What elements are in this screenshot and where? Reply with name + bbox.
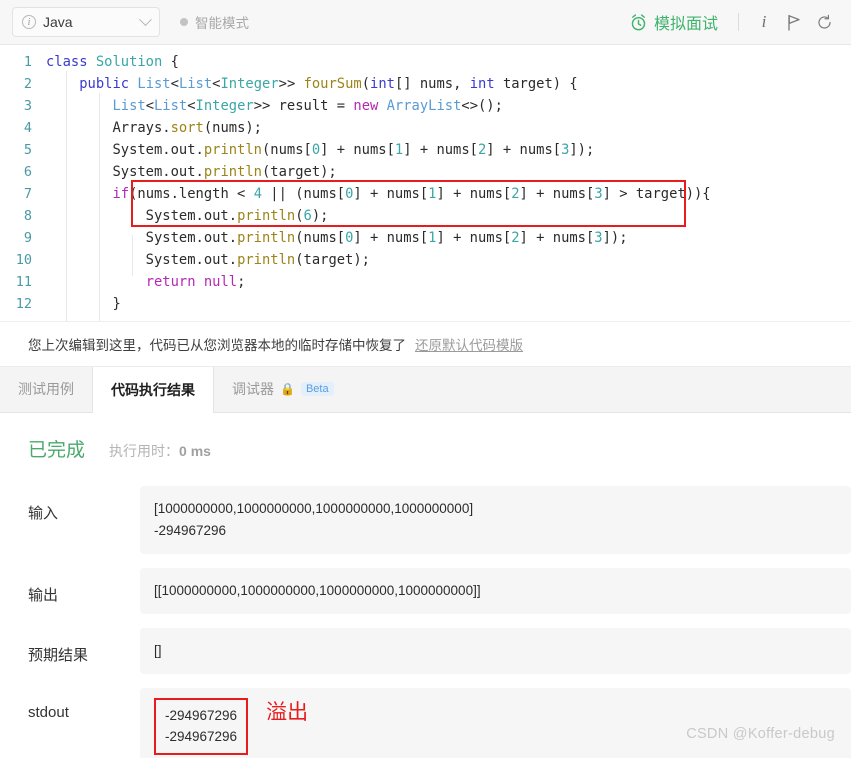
tab-label: 代码执行结果	[111, 381, 195, 398]
mock-interview-label: 模拟面试	[653, 16, 718, 33]
runtime-label: 执行用时：	[109, 443, 180, 459]
result-row-value: -294967296 -294967296 溢出	[140, 688, 851, 758]
code-line[interactable]: 9 System.out.println(nums[0] + nums[1] +…	[0, 227, 851, 249]
result-row: stdout -294967296 -294967296 溢出	[0, 688, 851, 758]
restore-default-template-link[interactable]: 还原默认代码模版	[415, 334, 523, 354]
tab-1[interactable]: 代码执行结果	[92, 367, 214, 413]
reset-undo-icon[interactable]	[809, 7, 839, 37]
result-row-key: 预期结果	[28, 647, 89, 664]
info-circle-icon: i	[22, 15, 36, 29]
code-line[interactable]: 7 if(nums.length < 4 || (nums[0] + nums[…	[0, 183, 851, 205]
tab-2[interactable]: 调试器 🔒 Beta	[214, 366, 352, 412]
status-row: 已完成 执行用时：0 ms	[0, 435, 851, 462]
info-icon[interactable]: i	[749, 7, 779, 37]
code-line[interactable]: 8 System.out.println(6);	[0, 205, 851, 227]
overflow-annotation: 溢出	[266, 701, 309, 724]
restore-notice-text: 您上次编辑到这里，代码已从您浏览器本地的临时存储中恢复了	[28, 338, 406, 353]
beta-badge: Beta	[300, 382, 334, 396]
result-rows: 输入 [1000000000,1000000000,1000000000,1000…	[0, 486, 851, 758]
code-line[interactable]: 12 }	[0, 293, 851, 315]
line-number: 10	[15, 252, 32, 268]
code-line-text: System.out.println(target);	[46, 252, 370, 268]
code-line-text: }	[46, 296, 121, 312]
code-line-text: public List<List<Integer>> fourSum(int[]…	[79, 76, 578, 92]
mock-interview-button[interactable]: 模拟面试	[629, 10, 728, 34]
line-number: 1	[23, 54, 32, 70]
line-number: 9	[23, 230, 32, 246]
code-line-text: System.out.println(nums[0] + nums[1] + n…	[46, 230, 628, 246]
line-number: 12	[15, 296, 32, 312]
code-line-text: return null;	[145, 274, 246, 290]
code-line[interactable]: 6 System.out.println(target);	[0, 161, 851, 183]
code-editor[interactable]: 1 class Solution { 2 public List<List<Inte…	[0, 45, 851, 322]
indent-guide	[99, 93, 100, 321]
value-line: []	[154, 643, 162, 658]
result-row-value: [[1000000000,1000000000,1000000000,10000…	[140, 568, 851, 614]
line-number: 6	[23, 164, 32, 180]
runtime-info: 执行用时：0 ms	[109, 441, 211, 461]
code-line-text: List<List<Integer>> result = new ArrayLi…	[112, 98, 503, 114]
line-number: 5	[23, 142, 32, 158]
language-selector[interactable]: i Java	[12, 7, 160, 37]
stdout-highlight-box: -294967296 -294967296	[154, 698, 249, 755]
stdout-line: -294967296	[165, 708, 238, 723]
tab-label: 调试器	[232, 381, 274, 397]
status-badge: 已完成	[28, 440, 86, 461]
tab-0[interactable]: 测试用例	[0, 366, 92, 412]
leetcode-editor-page: i Java 智能模式 模拟面试 i 1 class Solution {2 …	[0, 0, 851, 758]
language-label: Java	[43, 14, 73, 30]
code-line[interactable]: 1 class Solution {	[0, 51, 851, 73]
code-line[interactable]: 4 Arrays.sort(nums);	[0, 117, 851, 139]
result-tabs[interactable]: 测试用例 代码执行结果 调试器 🔒 Beta	[0, 367, 851, 413]
line-number: 3	[23, 98, 32, 114]
line-number: 8	[23, 208, 32, 224]
result-row: 输入 [1000000000,1000000000,1000000000,1000…	[0, 486, 851, 554]
tab-label: 测试用例	[18, 381, 74, 397]
code-line[interactable]: 5 System.out.println(nums[0] + nums[1] +…	[0, 139, 851, 161]
restore-notice: 您上次编辑到这里，代码已从您浏览器本地的临时存储中恢复了 还原默认代码模版	[0, 322, 851, 367]
result-panel: 已完成 执行用时：0 ms 输入 [1000000000,1000000000,1…	[0, 413, 851, 758]
result-row-value: []	[140, 628, 851, 674]
smart-mode-toggle[interactable]: 智能模式	[180, 12, 249, 32]
code-line[interactable]: 2 public List<List<Integer>> fourSum(int…	[0, 73, 851, 95]
line-number: 4	[23, 120, 32, 136]
line-number: 7	[23, 186, 32, 202]
result-row-key: stdout	[28, 704, 69, 721]
code-line[interactable]: 11 return null;	[0, 271, 851, 293]
value-line: [[1000000000,1000000000,1000000000,10000…	[154, 583, 481, 598]
code-line-text: if(nums.length < 4 || (nums[0] + nums[1]…	[112, 186, 711, 202]
code-line-text: Arrays.sort(nums);	[46, 120, 262, 136]
code-line-text: System.out.println(6);	[46, 208, 329, 224]
lock-icon: 🔒	[280, 382, 295, 396]
runtime-value: 0 ms	[179, 443, 211, 459]
line-number: 11	[15, 274, 32, 290]
toolbar-actions: 模拟面试 i	[629, 7, 839, 37]
code-line[interactable]: 10 System.out.println(target);	[0, 249, 851, 271]
toolbar-divider	[738, 13, 739, 31]
code-lines[interactable]: 1 class Solution { 2 public List<List<Inte…	[0, 45, 851, 315]
result-row-key: 输入	[28, 505, 59, 522]
result-row: 输出 [[1000000000,1000000000,1000000000,100…	[0, 568, 851, 614]
code-line-text: class Solution {	[46, 54, 179, 70]
top-toolbar: i Java 智能模式 模拟面试 i	[0, 0, 851, 45]
result-row-value: [1000000000,1000000000,1000000000,100000…	[140, 486, 851, 554]
stdout-line: -294967296	[165, 729, 238, 744]
code-line-text: System.out.println(target);	[46, 164, 337, 180]
smart-mode-label: 智能模式	[195, 16, 249, 31]
code-line-text: System.out.println(nums[0] + nums[1] + n…	[46, 142, 595, 158]
result-row-key: 输出	[28, 587, 59, 604]
value-line: [1000000000,1000000000,1000000000,100000…	[154, 501, 474, 516]
value-line: -294967296	[154, 523, 227, 538]
alarm-clock-icon	[631, 13, 646, 30]
status-dot-icon	[180, 18, 188, 26]
flag-run-icon[interactable]	[779, 7, 809, 37]
line-number: 2	[23, 76, 32, 92]
code-line[interactable]: 3 List<List<Integer>> result = new Array…	[0, 95, 851, 117]
indent-guide	[132, 235, 133, 276]
indent-guide	[66, 71, 67, 321]
chevron-down-icon	[139, 12, 152, 26]
result-row: 预期结果 []	[0, 628, 851, 674]
